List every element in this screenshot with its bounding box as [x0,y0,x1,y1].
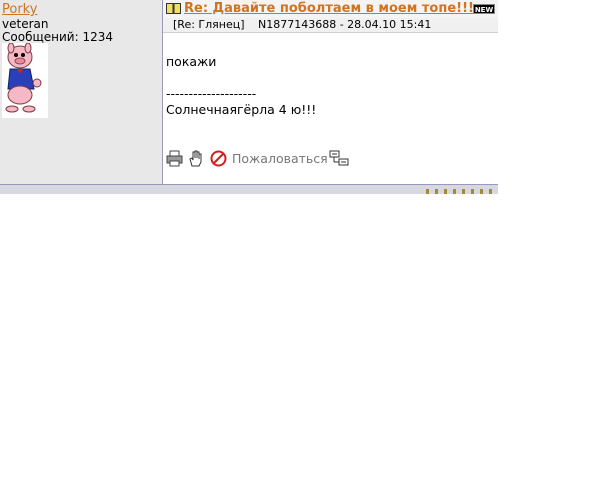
author-rank: veteran [2,17,49,31]
post-message-text: покажи -------------------- Солнечнаягёр… [166,54,317,117]
porky-pig-avatar-icon [5,42,42,113]
post-meta-bar: [Re: Глянец] N1877143688 - 28.04.10 15:4… [163,18,498,33]
pager-mark [444,189,447,194]
post-title-bar: Re: Давайте поболтаем в моем топе!!! NEW [163,0,498,18]
new-badge: NEW [473,4,495,14]
post-info: N1877143688 - 28.04.10 15:41 [258,18,432,31]
complain-link[interactable]: Пожаловаться [232,151,328,166]
pager-mark [480,189,483,194]
author-username[interactable]: Porky [2,2,37,17]
reply-to-label: [Re: Глянец] [173,18,245,31]
pager-marks [332,189,492,194]
pager-mark [489,189,492,194]
hand-icon[interactable] [187,150,204,167]
pager-mark [453,189,456,194]
pager-mark [471,189,474,194]
book-icon [166,2,181,18]
author-panel: Porky veteran Сообщений: 1234 [0,0,163,184]
ignore-icon[interactable] [210,150,227,167]
avatar [2,42,48,118]
post-title-link[interactable]: Re: Давайте поболтаем в моем топе!!! [184,1,474,16]
pager-mark [462,189,465,194]
message-tree-icon[interactable] [329,150,349,167]
author-post-count: Сообщений: 1234 [2,30,113,44]
pager-mark [426,189,429,194]
post-footer-strip [0,184,498,194]
pager-mark [435,189,438,194]
forum-post: Porky veteran Сообщений: 1234 Re: Давайт… [0,0,498,194]
post-body-area: Re: Давайте поболтаем в моем топе!!! NEW… [163,0,498,184]
printer-icon[interactable] [166,150,183,167]
